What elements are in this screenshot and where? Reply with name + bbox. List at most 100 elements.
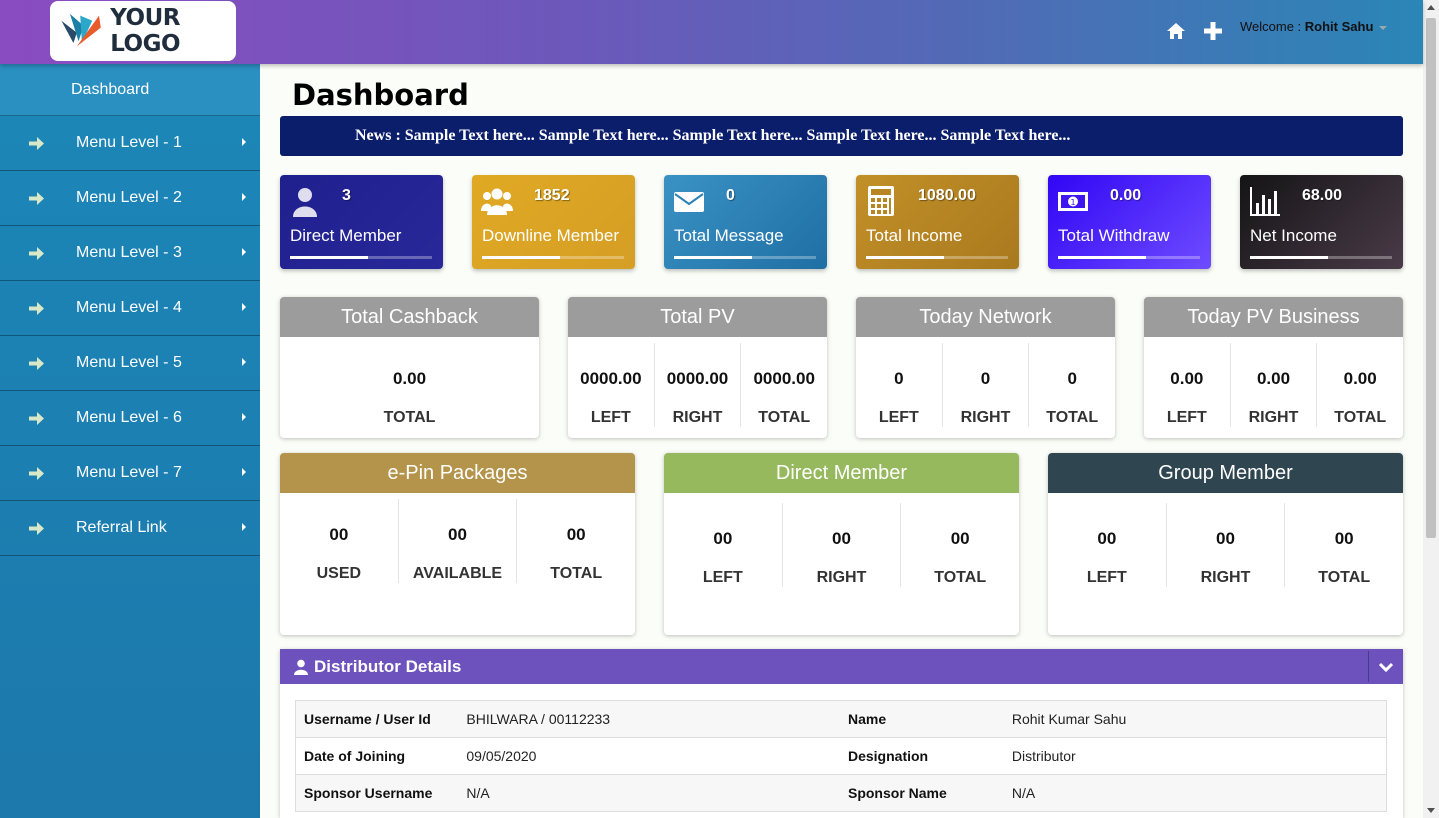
stat-card-net-income[interactable]: 68.00 Net Income — [1240, 175, 1403, 269]
detail-value: Rohit Kumar Sahu — [1003, 700, 1387, 738]
card-column: 0 LEFT — [856, 343, 943, 427]
sidebar-item-1[interactable]: Menu Level - 1 — [0, 116, 260, 171]
detail-value: BHILWARA / 00112233 — [458, 700, 840, 738]
card-value-label: RIGHT — [1248, 409, 1299, 426]
card-value: 0.00 — [1256, 369, 1291, 388]
summary-card-total-cashback: Total Cashback 0.00 TOTAL — [280, 297, 539, 438]
stat-progress-fill — [1250, 256, 1329, 259]
card-column: 0.00 LEFT — [1144, 343, 1231, 427]
stat-value: 0 — [726, 187, 735, 204]
stat-progress-fill — [866, 256, 945, 259]
card-title: Total PV — [568, 297, 827, 337]
sidebar-item-5[interactable]: Menu Level - 5 — [0, 336, 260, 391]
stat-progress-fill — [290, 256, 369, 259]
stat-value: 1080.00 — [918, 187, 976, 204]
card-column: 00 LEFT — [1048, 503, 1167, 587]
detail-key: Name — [839, 700, 1004, 738]
stat-progress-bar — [866, 256, 1008, 259]
stat-value: 1852 — [534, 187, 570, 204]
card-column: 00 AVAILABLE — [399, 499, 518, 583]
detail-key: Sponsor Username — [295, 774, 459, 812]
summary-card-today-pv-business: Today PV Business 0.00 LEFT 0.00 RIGHT 0.00 TO… — [1144, 297, 1403, 438]
distributor-details-header: Distributor Details — [280, 649, 1403, 684]
distributor-details-title: Distributor Details — [314, 656, 462, 676]
users-icon — [481, 188, 513, 215]
card-value-label: TOTAL — [934, 569, 987, 586]
svg-text:1: 1 — [1070, 198, 1075, 207]
page-title: Dashboard — [292, 78, 469, 112]
stat-progress-fill — [674, 256, 753, 259]
summary-card-direct-member: Direct Member 00 LEFT 00 RIGHT 00 TOTAL — [664, 453, 1019, 635]
stat-progress-fill — [1058, 256, 1147, 259]
sidebar-item-2[interactable]: Menu Level - 2 — [0, 171, 260, 226]
logo-mark-icon — [61, 13, 101, 47]
stat-card-total-message[interactable]: 0 Total Message — [664, 175, 827, 269]
card-value: 00 — [329, 525, 349, 544]
welcome-label: Welcome : — [1240, 19, 1305, 34]
card-column: 0 TOTAL — [1029, 343, 1115, 427]
scroll-down-icon[interactable] — [1427, 808, 1435, 813]
card-value: 00 — [566, 525, 586, 544]
detail-key: Designation — [839, 737, 1004, 775]
card-value: 0.00 — [392, 369, 427, 388]
card-values: 00 LEFT 00 RIGHT 00 TOTAL — [1048, 503, 1403, 587]
arrow-right-icon — [29, 467, 44, 480]
detail-value: N/A — [1003, 774, 1387, 812]
sidebar-item-label: Menu Level - 7 — [76, 464, 182, 481]
stat-card-total-income[interactable]: 1080.00 Total Income — [856, 175, 1019, 269]
sidebar-item-7[interactable]: Menu Level - 7 — [0, 446, 260, 501]
home-icon[interactable] — [1165, 20, 1187, 42]
scrollbar-thumb[interactable] — [1426, 18, 1436, 538]
card-column: 0.00 TOTAL — [280, 343, 539, 427]
sidebar-item-dashboard[interactable]: Dashboard — [0, 64, 260, 116]
arrow-right-icon — [29, 302, 44, 315]
summary-card-e-pin-packages: e-Pin Packages 00 USED 00 AVAILABLE 00 TOTAL — [280, 453, 635, 635]
vertical-scrollbar[interactable] — [1423, 0, 1439, 818]
distributor-details-panel: Distributor Details Username / User Id BH… — [280, 649, 1403, 818]
sidebar-item-8[interactable]: Referral Link — [0, 501, 260, 556]
card-value-label: RIGHT — [672, 409, 723, 426]
news-ticker: News : Sample Text here... Sample Text h… — [280, 116, 1403, 156]
card-column: 0 RIGHT — [943, 343, 1030, 427]
plus-icon[interactable] — [1202, 20, 1224, 42]
stat-progress-fill — [482, 256, 561, 259]
sidebar-item-label: Menu Level - 5 — [76, 354, 182, 371]
card-value: 00 — [1334, 529, 1354, 548]
user-menu[interactable]: Welcome : Rohit Sahu — [1240, 19, 1388, 34]
card-value-label: LEFT — [702, 569, 743, 586]
stat-label: Total Income — [866, 226, 963, 245]
sidebar-item-4[interactable]: Menu Level - 4 — [0, 281, 260, 336]
stat-progress-bar — [1250, 256, 1392, 259]
collapse-toggle-button[interactable] — [1368, 651, 1403, 682]
card-value: 00 — [448, 525, 467, 544]
scroll-up-icon[interactable] — [1427, 5, 1435, 10]
stat-card-total-withdraw[interactable]: 1 0.00 Total Withdraw — [1048, 175, 1211, 269]
chevron-right-icon — [242, 248, 246, 256]
card-value: 0.00 — [1343, 369, 1377, 388]
stat-card-downline-member[interactable]: 1852 Downline Member — [472, 175, 635, 269]
stat-value: 0.00 — [1110, 187, 1142, 204]
card-value: 0.00 — [1170, 369, 1204, 388]
sidebar-item-label: Referral Link — [76, 519, 167, 536]
sidebar-item-6[interactable]: Menu Level - 6 — [0, 391, 260, 446]
detail-key: Username / User Id — [295, 700, 459, 738]
card-title: e-Pin Packages — [280, 453, 635, 493]
card-column: 0.00 TOTAL — [1317, 343, 1403, 427]
sidebar-item-label: Menu Level - 1 — [76, 134, 182, 151]
card-value-label: RIGHT — [960, 409, 1011, 426]
card-title: Today PV Business — [1144, 297, 1403, 337]
card-value-label: LEFT — [1086, 569, 1127, 586]
card-value: 00 — [832, 529, 851, 548]
card-value: 0 — [894, 369, 904, 388]
sidebar-item-3[interactable]: Menu Level - 3 — [0, 226, 260, 281]
summary-card-today-network: Today Network 0 LEFT 0 RIGHT 0 TOTAL — [856, 297, 1115, 438]
card-values: 0 LEFT 0 RIGHT 0 TOTAL — [856, 343, 1115, 427]
card-value-label: TOTAL — [758, 409, 811, 426]
bar-chart-icon — [1250, 187, 1280, 216]
logo[interactable]: YOUR LOGO — [50, 1, 236, 61]
card-value-label: TOTAL — [1318, 569, 1371, 586]
stat-card-direct-member[interactable]: 3 Direct Member — [280, 175, 443, 269]
chevron-right-icon — [242, 468, 246, 476]
stat-progress-bar — [482, 256, 624, 259]
arrow-right-icon — [29, 412, 44, 425]
